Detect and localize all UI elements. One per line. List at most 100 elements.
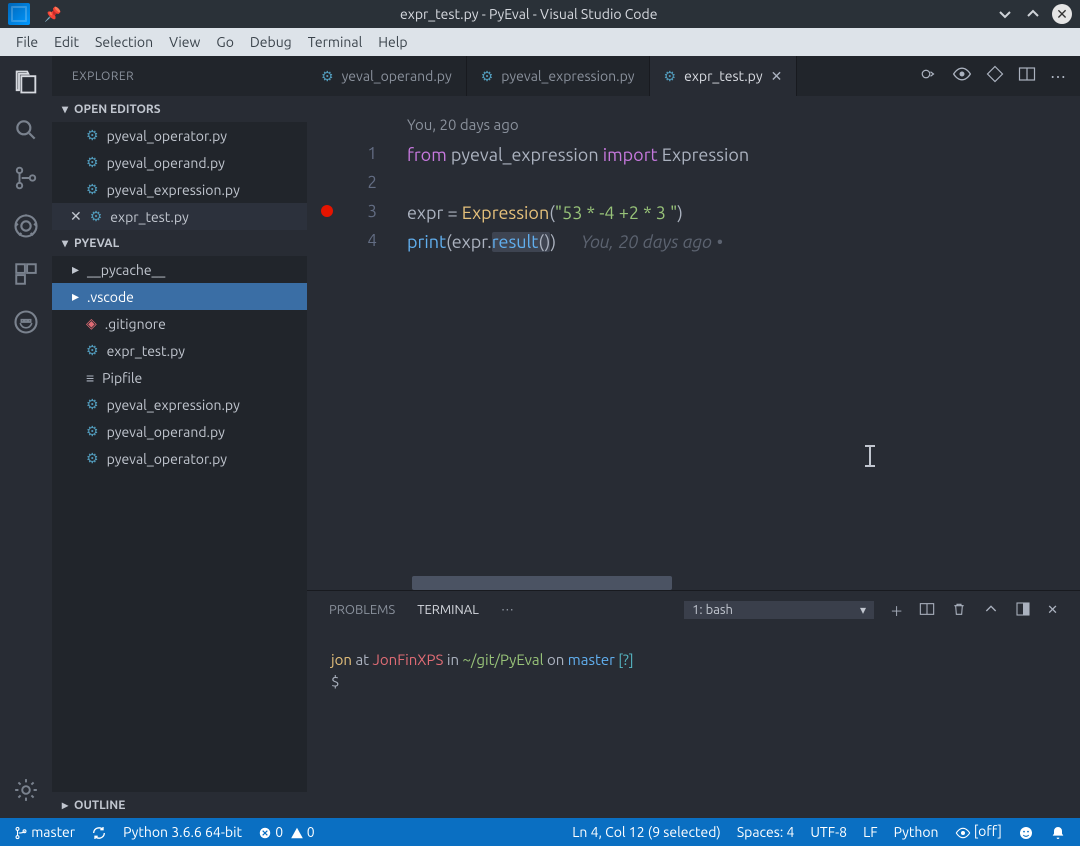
settings-icon[interactable] — [12, 776, 40, 804]
open-editor[interactable]: ⚙pyeval_operand.py — [52, 149, 307, 176]
python-file-icon: ⚙ — [481, 68, 494, 85]
window-titlebar: 📌 expr_test.py - PyEval - Visual Studio … — [0, 0, 1080, 28]
editor-tab[interactable]: ⚙yeval_operand.py — [307, 56, 467, 96]
workspace-header[interactable]: ▾PYEVAL — [52, 230, 307, 256]
menu-bar: File Edit Selection View Go Debug Termin… — [0, 28, 1080, 56]
maximize-button[interactable] — [1024, 5, 1042, 23]
chevron-right-icon: ▸ — [62, 798, 68, 812]
editor-tab-active[interactable]: ⚙expr_test.py✕ — [650, 56, 798, 96]
sync-icon[interactable] — [91, 823, 107, 840]
file-item[interactable]: ⚙pyeval_operand.py — [52, 418, 307, 445]
new-terminal-icon[interactable]: ＋ — [890, 601, 903, 620]
line-gutter: 1234 — [307, 96, 395, 590]
search-icon[interactable] — [12, 116, 40, 144]
terminal-select[interactable]: 1: bash — [684, 601, 874, 619]
file-item[interactable]: ≡Pipfile — [52, 364, 307, 391]
python-file-icon: ⚙ — [86, 396, 99, 413]
menu-view[interactable]: View — [161, 34, 208, 50]
gitlens-icon[interactable] — [920, 65, 938, 87]
docker-icon[interactable] — [12, 308, 40, 336]
outline-header[interactable]: ▸OUTLINE — [52, 792, 307, 818]
editor-tab[interactable]: ⚙pyeval_expression.py — [467, 56, 650, 96]
text-file-icon: ≡ — [86, 370, 94, 386]
error-count[interactable]: 0 0 — [258, 824, 315, 840]
eol[interactable]: LF — [863, 824, 878, 840]
trash-icon[interactable] — [951, 601, 967, 620]
menu-file[interactable]: File — [8, 34, 46, 50]
activity-bar — [0, 56, 52, 818]
cursor-position[interactable]: Ln 4, Col 12 (9 selected) — [572, 824, 721, 840]
indentation[interactable]: Spaces: 4 — [737, 824, 795, 840]
notifications-icon[interactable] — [1050, 823, 1066, 840]
folder-item[interactable]: ▸__pycache__ — [52, 256, 307, 283]
editor-area: ⚙yeval_operand.py ⚙pyeval_expression.py … — [307, 56, 1080, 818]
editor-tabs: ⚙yeval_operand.py ⚙pyeval_expression.py … — [307, 56, 1080, 96]
more-icon[interactable]: ⋯ — [501, 603, 514, 618]
more-icon[interactable]: ⋯ — [1050, 67, 1066, 86]
python-file-icon: ⚙ — [86, 127, 99, 144]
python-file-icon: ⚙ — [90, 208, 103, 225]
close-icon[interactable]: ✕ — [771, 68, 783, 85]
chevron-down-icon: ▾ — [62, 236, 68, 250]
live-preview[interactable]: [off] — [955, 823, 1002, 840]
maximize-panel-icon[interactable] — [1015, 601, 1031, 620]
open-editor-active[interactable]: ✕⚙expr_test.py — [52, 203, 307, 230]
preview-icon[interactable] — [952, 64, 972, 88]
open-editor[interactable]: ⚙pyeval_expression.py — [52, 176, 307, 203]
text-cursor-icon — [869, 446, 871, 466]
split-terminal-icon[interactable] — [919, 601, 935, 620]
source-control-icon[interactable] — [12, 164, 40, 192]
chevron-up-icon[interactable] — [983, 601, 999, 620]
file-item[interactable]: ⚙pyeval_expression.py — [52, 391, 307, 418]
explorer-title: EXPLORER — [52, 56, 307, 96]
breakpoint-icon[interactable] — [321, 205, 333, 217]
menu-edit[interactable]: Edit — [46, 34, 87, 50]
file-item[interactable]: ⚙expr_test.py — [52, 337, 307, 364]
close-button[interactable]: ✕ — [1052, 4, 1072, 24]
menu-help[interactable]: Help — [370, 34, 415, 50]
status-bar: master Python 3.6.6 64-bit 0 0 Ln 4, Col… — [0, 818, 1080, 846]
explorer-sidebar: EXPLORER ▾OPEN EDITORS ⚙pyeval_operator.… — [52, 56, 307, 818]
diff-icon[interactable] — [986, 65, 1004, 87]
menu-debug[interactable]: Debug — [242, 34, 300, 50]
git-file-icon: ◈ — [86, 315, 97, 332]
pin-icon[interactable]: 📌 — [44, 6, 61, 23]
chevron-right-icon: ▸ — [72, 288, 79, 305]
file-item[interactable]: ◈.gitignore — [52, 310, 307, 337]
menu-go[interactable]: Go — [208, 34, 241, 50]
close-panel-icon[interactable]: ✕ — [1047, 603, 1058, 618]
folder-item-selected[interactable]: ▸.vscode — [52, 283, 307, 310]
terminal-tab[interactable]: TERMINAL — [417, 603, 479, 617]
python-file-icon: ⚙ — [86, 423, 99, 440]
editor-body[interactable]: 1234 You, 20 days ago from pyeval_expres… — [307, 96, 1080, 590]
terminal-output[interactable]: jon at JonFinXPS in ~/git/PyEval on mast… — [307, 629, 1080, 818]
minimize-button[interactable] — [996, 5, 1014, 23]
python-file-icon: ⚙ — [86, 450, 99, 467]
problems-tab[interactable]: PROBLEMS — [329, 603, 395, 617]
open-editor[interactable]: ⚙pyeval_operator.py — [52, 122, 307, 149]
extensions-icon[interactable] — [12, 260, 40, 288]
codelens[interactable]: You, 20 days ago — [407, 110, 749, 141]
menu-selection[interactable]: Selection — [87, 34, 161, 50]
open-editors-header[interactable]: ▾OPEN EDITORS — [52, 96, 307, 122]
debug-icon[interactable] — [12, 212, 40, 240]
language-mode[interactable]: Python — [894, 824, 939, 840]
python-file-icon: ⚙ — [664, 68, 677, 85]
python-file-icon: ⚙ — [321, 68, 334, 85]
git-branch[interactable]: master — [14, 824, 75, 840]
code-content[interactable]: You, 20 days ago from pyeval_expression … — [395, 96, 749, 590]
python-interpreter[interactable]: Python 3.6.6 64-bit — [123, 824, 242, 840]
horizontal-scrollbar[interactable] — [412, 576, 672, 590]
menu-terminal[interactable]: Terminal — [300, 34, 371, 50]
chevron-down-icon: ▾ — [62, 102, 68, 116]
python-file-icon: ⚙ — [86, 154, 99, 171]
close-icon[interactable]: ✕ — [70, 208, 82, 225]
chevron-right-icon: ▸ — [72, 261, 79, 278]
explorer-icon[interactable] — [12, 68, 40, 96]
vscode-logo-icon — [8, 3, 30, 25]
python-file-icon: ⚙ — [86, 181, 99, 198]
encoding[interactable]: UTF-8 — [810, 824, 847, 840]
split-editor-icon[interactable] — [1018, 65, 1036, 87]
feedback-icon[interactable] — [1018, 823, 1034, 840]
file-item[interactable]: ⚙pyeval_operator.py — [52, 445, 307, 472]
